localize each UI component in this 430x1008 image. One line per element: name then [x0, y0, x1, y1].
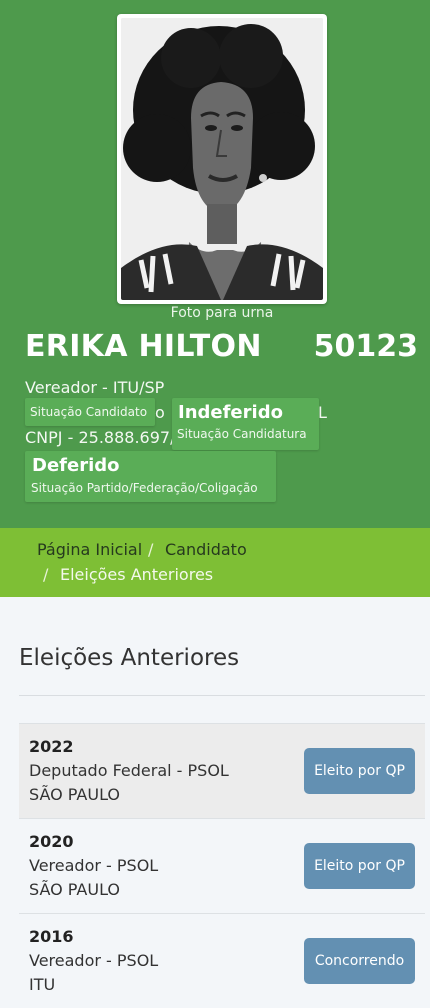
election-place: ITU: [29, 975, 56, 994]
breadcrumb-separator: /: [148, 540, 154, 559]
photo-caption: Foto para urna: [170, 305, 274, 321]
situacao-partido-badge: Deferido Situação Partido/Federação/Coli…: [25, 451, 276, 502]
election-place: SÃO PAULO: [29, 785, 121, 804]
party-line-end-fragment: L: [318, 403, 327, 422]
election-item: 2016 Vereador - PSOL ITU Concorrendo: [19, 913, 425, 1008]
candidate-number: 50123: [313, 329, 418, 364]
election-role: Vereador - PSOL: [29, 856, 159, 875]
situacao-candidato-badge: Situação Candidato: [25, 398, 155, 426]
candidate-name: ERIKA HILTON: [25, 329, 262, 364]
election-year: 2020: [29, 832, 74, 851]
election-year: 2016: [29, 927, 74, 946]
candidate-header: Foto para urna ERIKA HILTON 50123 Veread…: [0, 0, 430, 528]
breadcrumb-current: Eleições Anteriores: [60, 565, 214, 584]
election-status-button[interactable]: Eleito por QP: [304, 748, 415, 794]
situacao-candidatura-badge: Indeferido Situação Candidatura: [172, 398, 319, 450]
candidate-cnpj: CNPJ - 25.888.697/: [25, 428, 176, 447]
election-status-button[interactable]: Concorrendo: [304, 938, 415, 984]
breadcrumb-separator: /: [43, 565, 49, 584]
breadcrumb-candidate-link[interactable]: Candidato: [165, 540, 247, 559]
situacao-partido-label: Situação Partido/Federação/Coligação: [31, 481, 258, 495]
candidate-photo: [121, 18, 323, 300]
situacao-partido-value: Deferido: [32, 455, 120, 476]
breadcrumb-home-link[interactable]: Página Inicial: [37, 540, 142, 559]
candidate-photo-frame: [117, 14, 327, 304]
election-item: 2022 Deputado Federal - PSOL SÃO PAULO E…: [19, 723, 425, 818]
breadcrumb: Página Inicial / Candidato / Eleições An…: [0, 528, 430, 597]
candidate-portrait-image: [121, 18, 323, 300]
election-year: 2022: [29, 737, 74, 756]
situacao-candidatura-value: Indeferido: [178, 402, 283, 423]
election-role: Vereador - PSOL: [29, 951, 159, 970]
situacao-candidatura-label: Situação Candidatura: [177, 427, 307, 441]
section-title: Eleições Anteriores: [19, 645, 240, 671]
election-place: SÃO PAULO: [29, 880, 121, 899]
candidate-office: Vereador - ITU/SP: [25, 378, 165, 397]
section-divider: [19, 695, 425, 696]
situacao-candidato-label: Situação Candidato: [30, 405, 148, 419]
election-role: Deputado Federal - PSOL: [29, 761, 229, 780]
election-item: 2020 Vereador - PSOL SÃO PAULO Eleito po…: [19, 818, 425, 913]
party-line-fragment: o: [155, 403, 165, 422]
election-status-button[interactable]: Eleito por QP: [304, 843, 415, 889]
